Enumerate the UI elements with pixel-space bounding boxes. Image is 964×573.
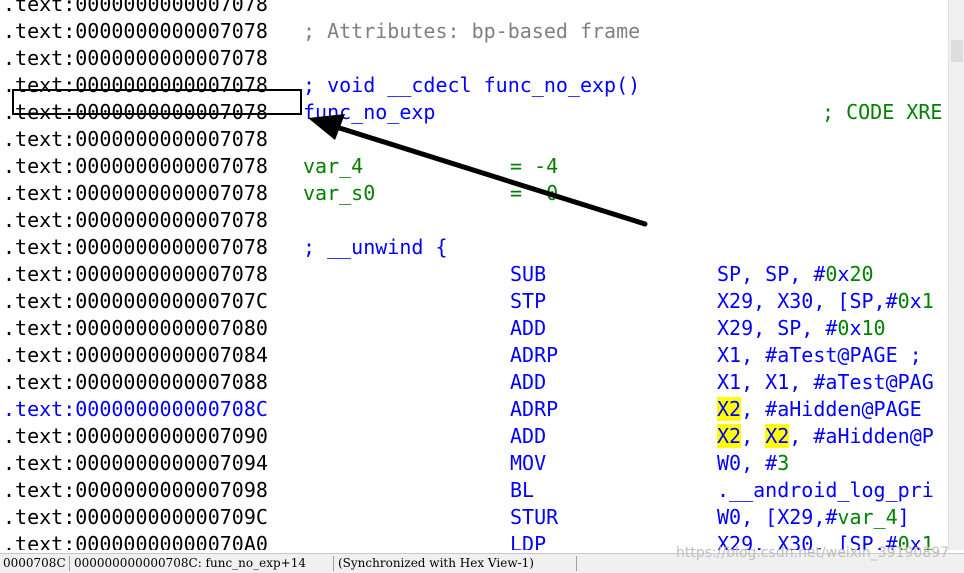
row-address[interactable]: .text:0000000000007090 — [3, 423, 268, 450]
row-address[interactable]: .text:0000000000007078 — [3, 180, 268, 207]
row-address[interactable]: .text:0000000000007084 — [3, 342, 268, 369]
xref-comment[interactable]: ; CODE XRE — [822, 99, 942, 126]
instruction-mnemonic[interactable]: ADD — [510, 315, 546, 342]
instruction-mnemonic[interactable]: LDP — [510, 531, 546, 550]
row-address[interactable]: .text:0000000000007078 — [3, 72, 268, 99]
listing-row[interactable]: .text:000000000000709C STUR W0, [X29,#var_… — [0, 504, 948, 531]
row-address[interactable]: .text:0000000000007078 — [3, 126, 268, 153]
row-address[interactable]: .text:0000000000007078 — [3, 207, 268, 234]
listing-row[interactable]: .text:0000000000007098 BL .__android_log_p… — [0, 477, 948, 504]
instruction-mnemonic[interactable]: MOV — [510, 450, 546, 477]
instruction-operands[interactable]: X1, X1, #aTest@PAG — [717, 369, 934, 396]
listing-row[interactable]: .text:0000000000007078 var_s0 = 0 — [0, 180, 948, 207]
instruction-mnemonic[interactable]: BL — [510, 477, 534, 504]
listing-row[interactable]: .text:000000000000708C ADRP X2, #aHidden@P… — [0, 396, 948, 423]
vertical-scrollbar[interactable] — [948, 0, 964, 550]
variable-offset: = 0 — [510, 181, 559, 205]
instruction-mnemonic[interactable]: ADRP — [510, 396, 558, 423]
row-address[interactable]: .text:0000000000007078 — [3, 153, 268, 180]
row-comment: ; Attributes: bp-based frame — [303, 19, 641, 43]
status-separator — [333, 556, 334, 571]
row-address[interactable]: .text:000000000000708C — [3, 396, 268, 423]
row-address[interactable]: .text:0000000000007078 — [3, 45, 268, 72]
instruction-mnemonic[interactable]: STUR — [510, 504, 558, 531]
instruction-operands[interactable]: X1, #aTest@PAGE ; — [717, 342, 922, 369]
row-address[interactable]: .text:000000000000709C — [3, 504, 268, 531]
row-address[interactable]: .text:0000000000007080 — [3, 315, 268, 342]
instruction-operands[interactable]: W0, #3 — [717, 450, 789, 477]
instruction-operands[interactable]: .__android_log_pri — [717, 477, 934, 504]
row-declaration: ; __unwind { — [303, 235, 448, 259]
listing-row[interactable]: .text:0000000000007078 ; Attributes: bp-b… — [0, 18, 948, 45]
row-address[interactable]: .text:0000000000007078 — [3, 18, 268, 45]
local-variable[interactable]: var_s0 — [303, 180, 375, 207]
instruction-mnemonic[interactable]: ADD — [510, 423, 546, 450]
row-address[interactable]: .text:00000000000070A0 — [3, 531, 268, 550]
function-label[interactable]: func_no_exp — [303, 99, 435, 126]
listing-row[interactable]: .text:0000000000007078 func_no_exp ; CODE … — [0, 99, 948, 126]
status-sync: (Synchronized with Hex View-1) — [338, 556, 534, 570]
local-variable[interactable]: var_4 — [303, 153, 363, 180]
status-offset: 0000708C — [3, 556, 66, 570]
row-address[interactable]: .text:0000000000007088 — [3, 369, 268, 396]
listing-row[interactable]: .text:0000000000007078 ; void __cdecl fun… — [0, 72, 948, 99]
row-address[interactable]: .text:0000000000007094 — [3, 450, 268, 477]
instruction-operands[interactable]: SP, SP, #0x20 — [717, 261, 874, 288]
instruction-operands[interactable]: X29, SP, #0x10 — [717, 315, 886, 342]
listing-row[interactable]: .text:0000000000007090 ADD X2, X2, #aHidde… — [0, 423, 948, 450]
row-address[interactable]: .text:0000000000007078 — [3, 261, 268, 288]
row-address[interactable]: .text:0000000000007098 — [3, 477, 268, 504]
instruction-operands[interactable]: W0, [X29,#var_4] — [717, 504, 910, 531]
status-separator — [576, 556, 577, 571]
listing-row[interactable]: .text:000000000000707C STP X29, X30, [SP,#… — [0, 288, 948, 315]
listing-row[interactable]: .text:0000000000007094 MOV W0, #3 — [0, 450, 948, 477]
instruction-mnemonic[interactable]: STP — [510, 288, 546, 315]
instruction-mnemonic[interactable]: ADD — [510, 369, 546, 396]
listing-row[interactable]: .text:0000000000007080 ADD X29, SP, #0x10 — [0, 315, 948, 342]
instruction-operands[interactable]: X2, X2, #aHidden@P — [717, 423, 934, 450]
listing-row[interactable]: .text:0000000000007078 — [0, 45, 948, 72]
row-address[interactable]: .text:000000000000707C — [3, 288, 268, 315]
listing-row[interactable]: .text:0000000000007088 ADD X1, X1, #aTest@… — [0, 369, 948, 396]
listing-row[interactable]: .text:0000000000007078 — [0, 0, 948, 18]
row-declaration: ; void __cdecl func_no_exp() — [303, 73, 641, 97]
listing-row[interactable]: .text:0000000000007078 — [0, 207, 948, 234]
instruction-mnemonic[interactable]: ADRP — [510, 342, 558, 369]
instruction-mnemonic[interactable]: SUB — [510, 261, 546, 288]
listing-row[interactable]: .text:0000000000007078 var_4 = -4 — [0, 153, 948, 180]
scrollbar-thumb[interactable] — [951, 40, 963, 62]
instruction-operands[interactable]: X2, #aHidden@PAGE — [717, 396, 922, 423]
listing-row[interactable]: .text:0000000000007078 ; __unwind { — [0, 234, 948, 261]
status-location: 000000000000708C: func_no_exp+14 — [74, 556, 307, 570]
row-address[interactable]: .text:0000000000007078 — [3, 234, 268, 261]
listing-row[interactable]: .text:0000000000007078 SUB SP, SP, #0x20 — [0, 261, 948, 288]
disassembly-listing[interactable]: .text:0000000000007078 .text:000000000000… — [0, 0, 948, 550]
row-address[interactable]: .text:0000000000007078 — [3, 0, 268, 18]
variable-offset: = -4 — [510, 154, 559, 178]
listing-row[interactable]: .text:0000000000007078 — [0, 126, 948, 153]
watermark: https://blog.csdn.net/weixin_39190897 — [676, 545, 950, 561]
instruction-operands[interactable]: X29, X30, [SP,#0x1 — [717, 288, 934, 315]
row-address[interactable]: .text:0000000000007078 — [3, 99, 268, 126]
status-separator — [69, 556, 70, 571]
listing-row[interactable]: .text:0000000000007084 ADRP X1, #aTest@PAG… — [0, 342, 948, 369]
